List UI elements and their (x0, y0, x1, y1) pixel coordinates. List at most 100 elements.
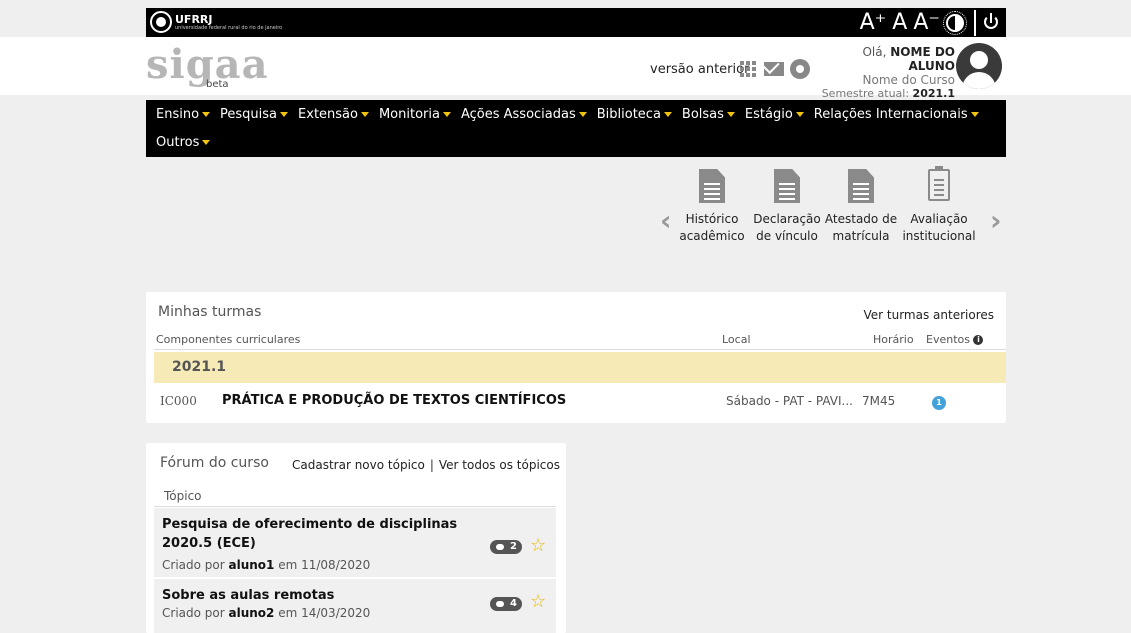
menu-row-2: Outros (156, 135, 220, 150)
star-icon[interactable]: ☆ (530, 537, 546, 555)
course-name: Nome do Curso (862, 73, 956, 87)
semester-heading: 2021.1 (172, 359, 227, 375)
menu-item-relações-internacionais[interactable]: Relações Internacionais (814, 107, 979, 122)
menu-item-ações-associadas[interactable]: Ações Associadas (461, 107, 587, 122)
apps-grid-icon[interactable] (740, 61, 756, 77)
user-info: Olá, NOME DO ALUNO Nome do Curso Semestr… (820, 45, 955, 101)
mail-icon[interactable] (764, 62, 784, 76)
topic-author: aluno1 (228, 558, 275, 572)
document-icon (774, 169, 800, 203)
eye-icon[interactable] (790, 59, 810, 79)
menu-item-ensino[interactable]: Ensino (156, 107, 211, 122)
caret-down-icon (970, 112, 979, 117)
caret-down-icon (360, 112, 369, 117)
avatar[interactable] (956, 43, 1002, 89)
class-horario: 7M45 (862, 394, 896, 408)
menu-item-label: Pesquisa (220, 107, 278, 122)
shortcut-avaliacao[interactable]: Avaliação institucional (902, 165, 976, 245)
link-separator: | (429, 458, 434, 472)
semester-band: 2021.1 (154, 352, 1006, 383)
caret-down-icon (442, 112, 451, 117)
comment-count-badge: 4 (490, 597, 522, 611)
clipboard-icon (928, 166, 950, 201)
ufrrj-logo-text: UFRRJ (175, 12, 213, 26)
sigaa-beta-label: beta (206, 79, 229, 90)
class-code: IC000 (160, 394, 197, 408)
menu-item-label: Estágio (744, 107, 793, 122)
shortcut-declaracao[interactable]: Declaração de vínculo (750, 165, 824, 245)
user-name: NOME DO ALUNO (890, 45, 955, 73)
menu-item-label: Ações Associadas (460, 107, 576, 122)
class-name-link[interactable]: PRÁTICA E PRODUÇÃO DE TEXTOS CIENTÍFICOS (222, 393, 566, 408)
font-normal-button[interactable]: A (892, 10, 907, 35)
menu-item-extensão[interactable]: Extensão (298, 107, 369, 122)
menu-item-label: Ensino (156, 107, 200, 122)
menu-item-monitoria[interactable]: Monitoria (379, 107, 451, 122)
menu-item-pesquisa[interactable]: Pesquisa (220, 107, 289, 122)
ufrrj-logo[interactable]: UFRRJ universidade federal rural do rio … (150, 10, 282, 34)
main-menu: Ensino Pesquisa Extensão Monitoria Ações Ass… (146, 100, 1006, 157)
star-icon[interactable]: ☆ (530, 593, 546, 611)
col-componentes: Componentes curriculares (156, 333, 301, 346)
forum-topic[interactable]: Pesquisa de oferecimento de disciplinas … (154, 508, 556, 577)
menu-item-label: Extensão (298, 107, 358, 122)
caret-down-icon (663, 112, 672, 117)
menu-item-label: Bolsas (681, 107, 724, 122)
comment-count-badge: 2 (490, 540, 522, 554)
previous-classes-link[interactable]: Ver turmas anteriores (863, 308, 994, 322)
forum-topic[interactable]: Sobre as aulas remotas Criado por aluno2… (154, 579, 556, 633)
contrast-icon[interactable] (943, 10, 967, 35)
menu-item-label: Outros (156, 135, 200, 150)
col-eventos: Eventos i (926, 333, 984, 346)
col-local: Local (722, 333, 751, 346)
top-bar-inner: UFRRJ universidade federal rural do rio … (146, 8, 1006, 37)
caret-down-icon (202, 112, 211, 117)
document-icon (848, 169, 874, 203)
course-forum-card: Fórum do curso Cadastrar novo tópico | Ver… (146, 443, 566, 633)
topic-meta: Criado por aluno1 em 11/08/2020 (162, 558, 371, 572)
caret-down-icon (578, 112, 587, 117)
topic-meta: Criado por aluno2 em 14/03/2020 (162, 606, 371, 620)
col-horario: Horário (873, 333, 914, 346)
divider (154, 506, 556, 507)
font-decrease-button[interactable]: A⁻ (913, 10, 940, 35)
menu-item-label: Biblioteca (596, 107, 661, 122)
menu-item-bolsas[interactable]: Bolsas (682, 107, 735, 122)
previous-version-link[interactable]: versão anterior (650, 62, 749, 77)
topic-title[interactable]: Sobre as aulas remotas (162, 586, 334, 605)
caret-down-icon (726, 112, 735, 117)
carousel-prev-icon[interactable]: ‹ (660, 207, 672, 235)
semester-value: 2021.1 (912, 87, 955, 100)
divider (154, 349, 1006, 350)
shortcut-historico[interactable]: Histórico acadêmico (675, 165, 749, 245)
font-increase-button[interactable]: A⁺ (860, 10, 887, 35)
caret-down-icon (795, 112, 804, 117)
info-icon[interactable]: i (973, 335, 984, 345)
forum-links: Cadastrar novo tópico | Ver todos os tópic… (292, 458, 560, 472)
my-classes-card: Minhas turmas Ver turmas anteriores Comp… (146, 292, 1006, 423)
menu-item-label: Monitoria (378, 107, 440, 122)
carousel-next-icon[interactable]: › (990, 207, 1002, 235)
ufrrj-logo-subtext: universidade federal rural do rio de jan… (175, 24, 283, 31)
current-semester: Semestre atual: 2021.1 (821, 87, 955, 100)
caret-down-icon (202, 140, 211, 145)
shortcuts-carousel: ‹ Histórico acadêmico Declaração de vínc… (660, 165, 1005, 260)
topic-title[interactable]: Pesquisa de oferecimento de disciplinas … (162, 515, 482, 553)
events-badge[interactable]: 1 (932, 396, 946, 410)
class-local: Sábado - PAT - PAVI... (726, 394, 853, 408)
header: sigaa beta versão anterior Olá, NOME DO … (0, 37, 1131, 100)
menu-item-label: Relações Internacionais (813, 107, 968, 122)
header-icons (740, 59, 810, 79)
topic-column-header: Tópico (164, 489, 202, 503)
accessibility-tools: A⁺ A A⁻ (854, 8, 1002, 37)
forum-title: Fórum do curso (160, 455, 269, 471)
shortcut-atestado[interactable]: Atestado de matrícula (824, 165, 898, 245)
menu-item-outros[interactable]: Outros (156, 135, 211, 150)
new-topic-link[interactable]: Cadastrar novo tópico (292, 458, 425, 472)
document-icon (699, 169, 725, 203)
menu-item-estágio[interactable]: Estágio (745, 107, 804, 122)
menu-item-biblioteca[interactable]: Biblioteca (597, 107, 672, 122)
logout-power-icon[interactable] (974, 9, 1002, 36)
my-classes-title: Minhas turmas (158, 304, 262, 320)
all-topics-link[interactable]: Ver todos os tópicos (439, 458, 560, 472)
